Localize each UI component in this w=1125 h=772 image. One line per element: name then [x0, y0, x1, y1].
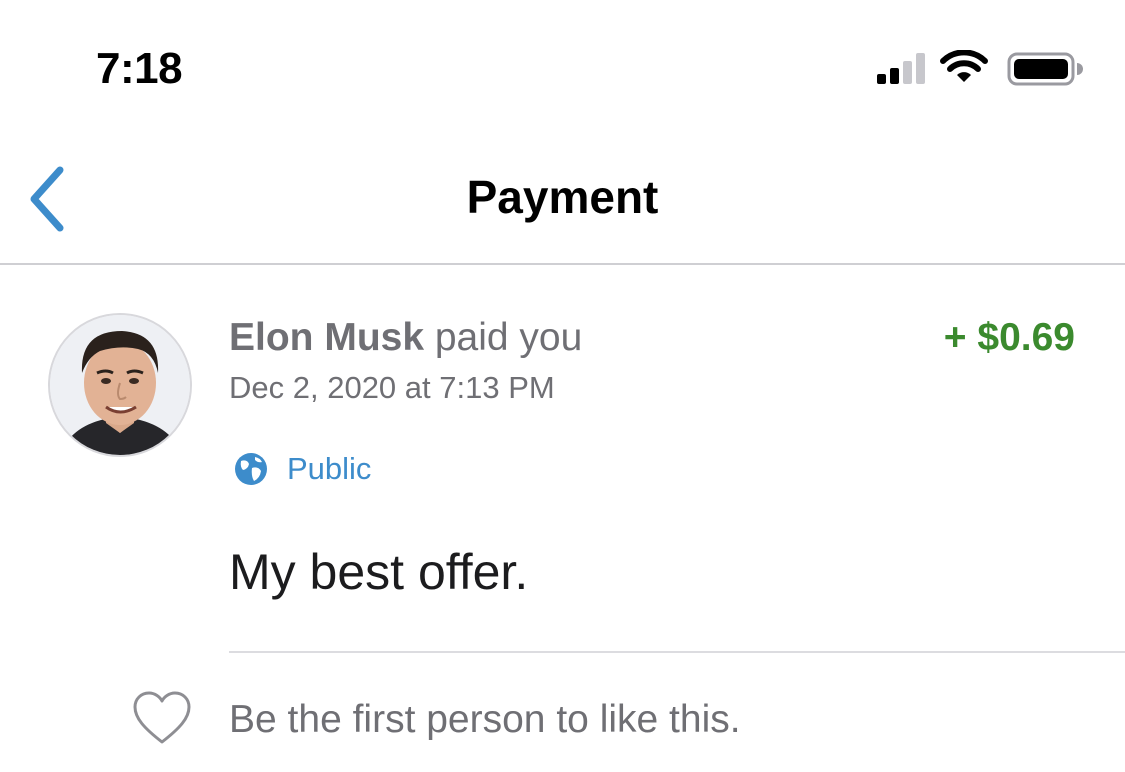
nav-divider [0, 263, 1125, 265]
like-prompt: Be the first person to like this. [229, 698, 741, 741]
privacy-label: Public [287, 451, 372, 486]
wifi-icon [940, 50, 988, 82]
payment-action: paid you [424, 316, 583, 359]
avatar[interactable] [48, 313, 192, 457]
heart-icon [133, 691, 191, 744]
privacy-setting[interactable]: Public [233, 449, 371, 489]
status-time: 7:18 [96, 44, 183, 93]
avatar-photo [50, 315, 190, 455]
payment-amount: + $0.69 [943, 316, 1075, 359]
payment-detail-screen: 7:18 Payment Elon Musk paid you + $0.69 … [0, 0, 1125, 772]
cellular-signal-icon [877, 53, 925, 84]
battery-icon [1007, 52, 1083, 86]
payment-headline: Elon Musk paid you [229, 316, 582, 360]
globe-icon [235, 453, 267, 485]
payment-timestamp: Dec 2, 2020 at 7:13 PM [229, 370, 555, 405]
payer-name[interactable]: Elon Musk [229, 316, 424, 359]
payment-note: My best offer. [229, 544, 529, 600]
like-button[interactable] [132, 690, 192, 746]
content-divider [229, 651, 1125, 653]
page-title: Payment [466, 171, 659, 223]
